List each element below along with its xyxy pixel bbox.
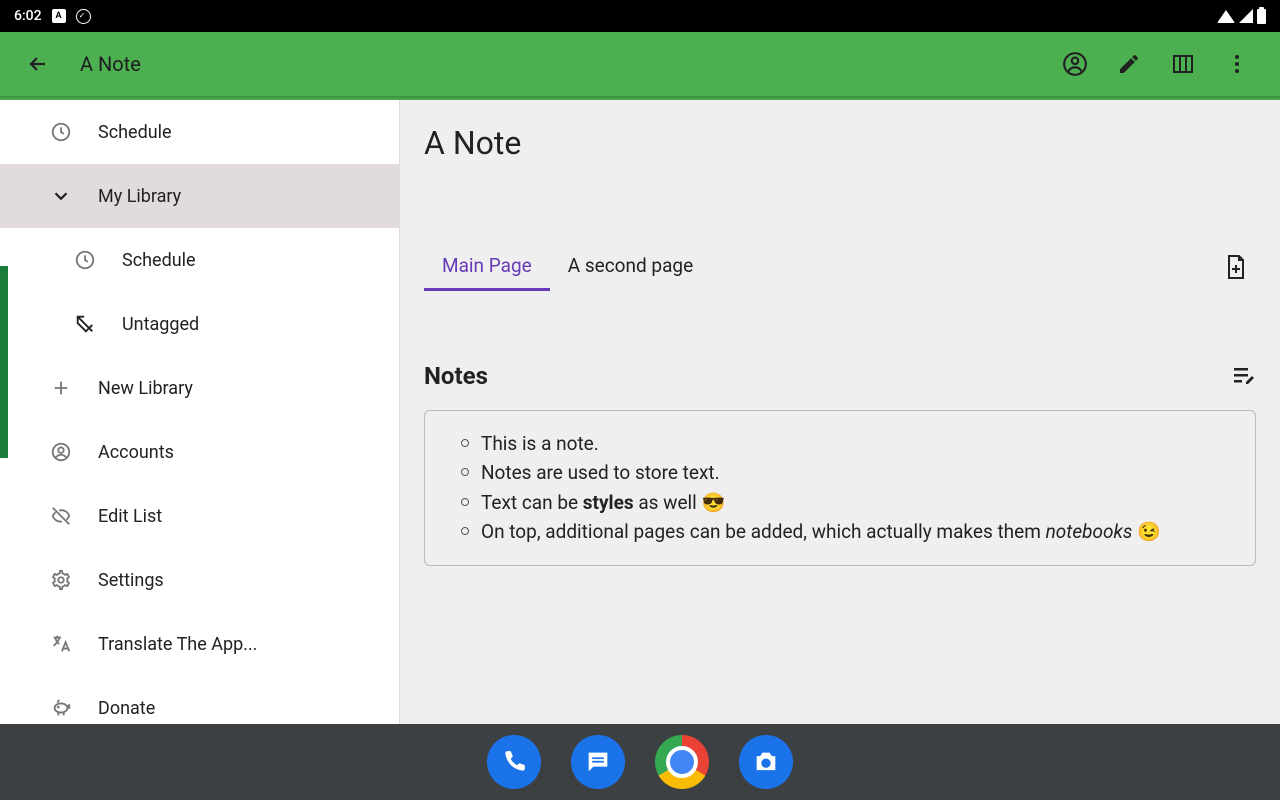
main-content: A Note Main Page A second page Notes Thi… bbox=[400, 100, 1280, 724]
battery-icon bbox=[1257, 9, 1266, 24]
clock-icon bbox=[74, 249, 96, 271]
more-vert-icon bbox=[1225, 52, 1249, 76]
sidebar-label: Schedule bbox=[98, 122, 172, 143]
plus-icon bbox=[50, 377, 72, 399]
signal-icon bbox=[1239, 9, 1253, 23]
camera-icon bbox=[752, 748, 780, 776]
more-button[interactable] bbox=[1210, 40, 1264, 88]
camera-app-icon[interactable] bbox=[739, 735, 793, 789]
tab-main-page[interactable]: Main Page bbox=[424, 242, 550, 291]
edit-notes-button[interactable] bbox=[1232, 366, 1256, 386]
note-title: A Note bbox=[424, 124, 1256, 162]
tab-second-page[interactable]: A second page bbox=[550, 242, 711, 291]
sidebar: Schedule My Library Schedule Untagged Ne… bbox=[0, 100, 400, 724]
note-line: Notes are used to store text. bbox=[453, 458, 1227, 487]
sidebar-item-donate[interactable]: Donate bbox=[0, 676, 399, 724]
sidebar-label: Translate The App... bbox=[98, 634, 257, 655]
account-icon bbox=[1062, 51, 1088, 77]
translate-icon bbox=[50, 633, 72, 655]
list-edit-icon bbox=[1232, 366, 1256, 386]
notes-heading: Notes bbox=[424, 362, 488, 390]
note-line: Text can be styles as well 😎 bbox=[453, 488, 1227, 517]
status-bar: 6:02 A bbox=[0, 0, 1280, 32]
sidebar-item-newlibrary[interactable]: New Library bbox=[0, 356, 399, 420]
notes-card[interactable]: This is a note. Notes are used to store … bbox=[424, 410, 1256, 566]
messages-app-icon[interactable] bbox=[571, 735, 625, 789]
clock-icon bbox=[50, 121, 72, 143]
sidebar-label: Untagged bbox=[122, 314, 199, 335]
note-line: This is a note. bbox=[453, 429, 1227, 458]
sidebar-label: Accounts bbox=[98, 442, 174, 463]
eye-off-icon bbox=[50, 505, 72, 527]
sidebar-label: New Library bbox=[98, 378, 193, 399]
piggy-icon bbox=[50, 697, 72, 719]
note-line: On top, additional pages can be added, w… bbox=[453, 517, 1227, 546]
sidebar-item-schedule[interactable]: Schedule bbox=[0, 100, 399, 164]
columns-icon bbox=[1171, 52, 1195, 76]
status-check-icon bbox=[76, 9, 91, 24]
back-arrow-icon bbox=[26, 52, 50, 76]
account-button[interactable] bbox=[1048, 40, 1102, 88]
back-button[interactable] bbox=[16, 42, 60, 86]
sidebar-selection-indicator bbox=[0, 266, 8, 458]
sidebar-label: Edit List bbox=[98, 506, 162, 527]
app-bar: A Note bbox=[0, 32, 1280, 96]
phone-icon bbox=[501, 749, 527, 775]
sidebar-item-translate[interactable]: Translate The App... bbox=[0, 612, 399, 676]
add-page-button[interactable] bbox=[1216, 247, 1256, 287]
sidebar-item-untagged[interactable]: Untagged bbox=[0, 292, 399, 356]
file-plus-icon bbox=[1225, 254, 1247, 280]
sidebar-label: Donate bbox=[98, 698, 155, 719]
phone-app-icon[interactable] bbox=[487, 735, 541, 789]
columns-button[interactable] bbox=[1156, 40, 1210, 88]
sidebar-item-editlist[interactable]: Edit List bbox=[0, 484, 399, 548]
sidebar-label: Settings bbox=[98, 570, 164, 591]
system-nav-bar bbox=[0, 724, 1280, 800]
sidebar-label: My Library bbox=[98, 186, 181, 207]
chrome-app-icon[interactable] bbox=[655, 735, 709, 789]
pencil-icon bbox=[1117, 52, 1141, 76]
gear-icon bbox=[50, 569, 72, 591]
tab-row: Main Page A second page bbox=[424, 242, 1256, 292]
tag-off-icon bbox=[74, 313, 96, 335]
keyboard-indicator-icon: A bbox=[52, 9, 66, 23]
status-time: 6:02 bbox=[14, 8, 42, 24]
chevron-down-icon bbox=[50, 185, 72, 207]
sidebar-item-settings[interactable]: Settings bbox=[0, 548, 399, 612]
message-icon bbox=[584, 748, 612, 776]
wifi-icon bbox=[1217, 10, 1235, 23]
sidebar-item-sub-schedule[interactable]: Schedule bbox=[0, 228, 399, 292]
sidebar-label: Schedule bbox=[122, 250, 196, 271]
edit-button[interactable] bbox=[1102, 40, 1156, 88]
appbar-title: A Note bbox=[80, 52, 1048, 76]
account-circle-icon bbox=[50, 441, 72, 463]
sidebar-item-accounts[interactable]: Accounts bbox=[0, 420, 399, 484]
sidebar-item-mylibrary[interactable]: My Library bbox=[0, 164, 399, 228]
